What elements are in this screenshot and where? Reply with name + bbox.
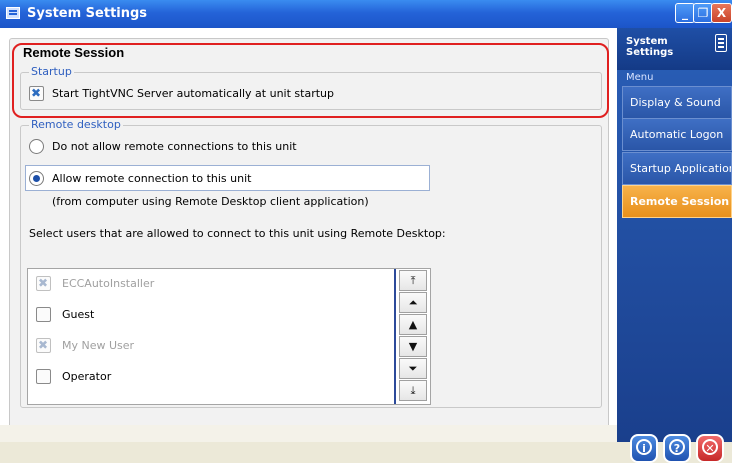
- sidebar-menu-label: Menu: [626, 72, 654, 83]
- restore-button[interactable]: ❐: [693, 3, 713, 23]
- user-checkbox[interactable]: ✖: [36, 338, 51, 353]
- sidebar: System Settings Menu Display & Sound Aut…: [617, 28, 732, 463]
- deny-remote-radio[interactable]: [29, 139, 44, 154]
- user-name: Guest: [62, 308, 95, 321]
- sidebar-item-remote-session[interactable]: Remote Session: [622, 185, 732, 218]
- user-name: Operator: [62, 370, 112, 383]
- status-strip: [0, 425, 617, 442]
- scroll-page-down-button[interactable]: ⏷: [399, 358, 427, 379]
- info-button[interactable]: i: [630, 434, 658, 463]
- user-checkbox[interactable]: [36, 307, 51, 322]
- help-button[interactable]: ?: [663, 434, 691, 463]
- sidebar-title: System Settings: [626, 36, 674, 58]
- minimize-button[interactable]: _: [675, 3, 695, 23]
- sidebar-item-automatic-logon[interactable]: Automatic Logon: [622, 118, 732, 151]
- users-list[interactable]: ✖ ECCAutoInstaller Guest ✖ My New User O…: [27, 268, 431, 405]
- checkmark-x-icon: ✖: [38, 276, 49, 290]
- checkmark-x-icon: ✖: [38, 338, 49, 352]
- scroll-page-up-button[interactable]: ⏶: [399, 292, 427, 313]
- scroll-top-button[interactable]: ⤒: [399, 270, 427, 291]
- user-checkbox[interactable]: ✖: [36, 276, 51, 291]
- user-name: ECCAutoInstaller: [62, 277, 155, 290]
- deny-remote-label: Do not allow remote connections to this …: [52, 140, 297, 153]
- sidebar-item-display-sound[interactable]: Display & Sound: [622, 86, 732, 119]
- allow-remote-radio[interactable]: [29, 171, 44, 186]
- remote-desktop-group-label: Remote desktop: [29, 118, 123, 131]
- settings-app-icon: [6, 7, 20, 19]
- scroll-bottom-button[interactable]: ⤓: [399, 380, 427, 401]
- sidebar-item-startup-applications[interactable]: Startup Applications: [622, 152, 732, 185]
- info-icon: i: [636, 439, 652, 455]
- scroll-down-button[interactable]: ▼: [399, 336, 427, 357]
- scroll-up-button[interactable]: ▲: [399, 314, 427, 335]
- allow-remote-label: Allow remote connection to this unit: [52, 172, 252, 185]
- radio-selected-dot: [33, 175, 40, 182]
- close-window-button[interactable]: X: [711, 3, 732, 23]
- user-name: My New User: [62, 339, 135, 352]
- help-icon: ?: [669, 439, 685, 455]
- sidebar-header: System Settings: [617, 28, 732, 70]
- close-circle-icon: ✕: [702, 439, 718, 455]
- user-checkbox[interactable]: [36, 369, 51, 384]
- users-prompt: Select users that are allowed to connect…: [29, 227, 446, 240]
- exit-button[interactable]: ✕: [696, 434, 724, 463]
- highlight-outline: [12, 43, 609, 118]
- scrollbar-divider: [394, 269, 396, 404]
- settings-list-icon: [715, 34, 727, 52]
- allow-remote-hint: (from computer using Remote Desktop clie…: [52, 195, 369, 208]
- window-titlebar: System Settings _ ❐ X: [0, 0, 732, 28]
- window-title: System Settings: [27, 6, 148, 21]
